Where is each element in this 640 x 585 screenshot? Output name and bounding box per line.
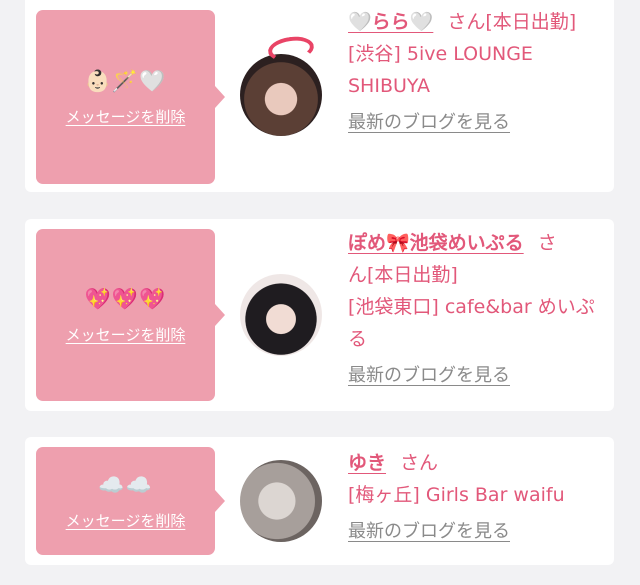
delete-message-link[interactable]: メッセージを削除 bbox=[66, 106, 186, 127]
status-text: ん[本日出勤] bbox=[348, 264, 458, 286]
cast-name-link[interactable]: ゆき bbox=[348, 452, 386, 474]
message-bubble: 👶🏻🪄🤍 メッセージを削除 bbox=[36, 10, 225, 184]
message-emoji: 💖💖💖 bbox=[84, 286, 167, 311]
honorific: さ bbox=[537, 232, 557, 254]
status-text: [本日出勤] bbox=[485, 11, 577, 33]
shop-name: [渋谷] 5ive LOUNGE SHIBUYA bbox=[348, 43, 533, 97]
avatar[interactable] bbox=[240, 54, 322, 136]
latest-blog-link[interactable]: 最新のブログを見る bbox=[348, 520, 510, 544]
cast-info: 🤍らら🤍 さん[本日出勤] [渋谷] 5ive LOUNGE SHIBUYA 最新… bbox=[348, 6, 606, 138]
message-emoji: 👶🏻🪄🤍 bbox=[84, 68, 167, 93]
latest-blog-link[interactable]: 最新のブログを見る bbox=[348, 111, 510, 135]
message-card: 👶🏻🪄🤍 メッセージを削除 🤍らら🤍 さん[本日出勤] [渋谷] 5ive LOU… bbox=[25, 0, 614, 192]
cast-info: ゆき さん [梅ヶ丘] Girls Bar waifu 最新のブログを見る bbox=[348, 447, 606, 547]
shop-name: [池袋東口] cafe&bar めいぷる bbox=[348, 296, 595, 350]
cast-info: ぽめ🎀池袋めいぷるさ ん[本日出勤] [池袋東口] cafe&bar めいぷる … bbox=[348, 227, 606, 391]
latest-blog-link[interactable]: 最新のブログを見る bbox=[348, 364, 510, 388]
honorific: さん bbox=[400, 452, 439, 474]
honorific: さん bbox=[447, 11, 486, 33]
avatar[interactable] bbox=[240, 274, 322, 356]
avatar[interactable] bbox=[240, 460, 322, 542]
message-bubble: ☁️☁️ メッセージを削除 bbox=[36, 447, 225, 555]
message-card: 💖💖💖 メッセージを削除 ぽめ🎀池袋めいぷるさ ん[本日出勤] [池袋東口] c… bbox=[25, 219, 614, 411]
message-list: 👶🏻🪄🤍 メッセージを削除 🤍らら🤍 さん[本日出勤] [渋谷] 5ive LOU… bbox=[0, 0, 640, 585]
delete-message-link[interactable]: メッセージを削除 bbox=[66, 510, 186, 531]
message-card: ☁️☁️ メッセージを削除 ゆき さん [梅ヶ丘] Girls Bar waifu… bbox=[25, 437, 614, 565]
cast-name-link[interactable]: ぽめ🎀池袋めいぷる bbox=[348, 232, 524, 254]
delete-message-link[interactable]: メッセージを削除 bbox=[66, 324, 186, 345]
shop-name: [梅ヶ丘] Girls Bar waifu bbox=[348, 484, 565, 506]
cast-name-link[interactable]: 🤍らら🤍 bbox=[348, 11, 433, 33]
message-emoji: ☁️☁️ bbox=[98, 472, 153, 497]
message-bubble: 💖💖💖 メッセージを削除 bbox=[36, 229, 225, 401]
